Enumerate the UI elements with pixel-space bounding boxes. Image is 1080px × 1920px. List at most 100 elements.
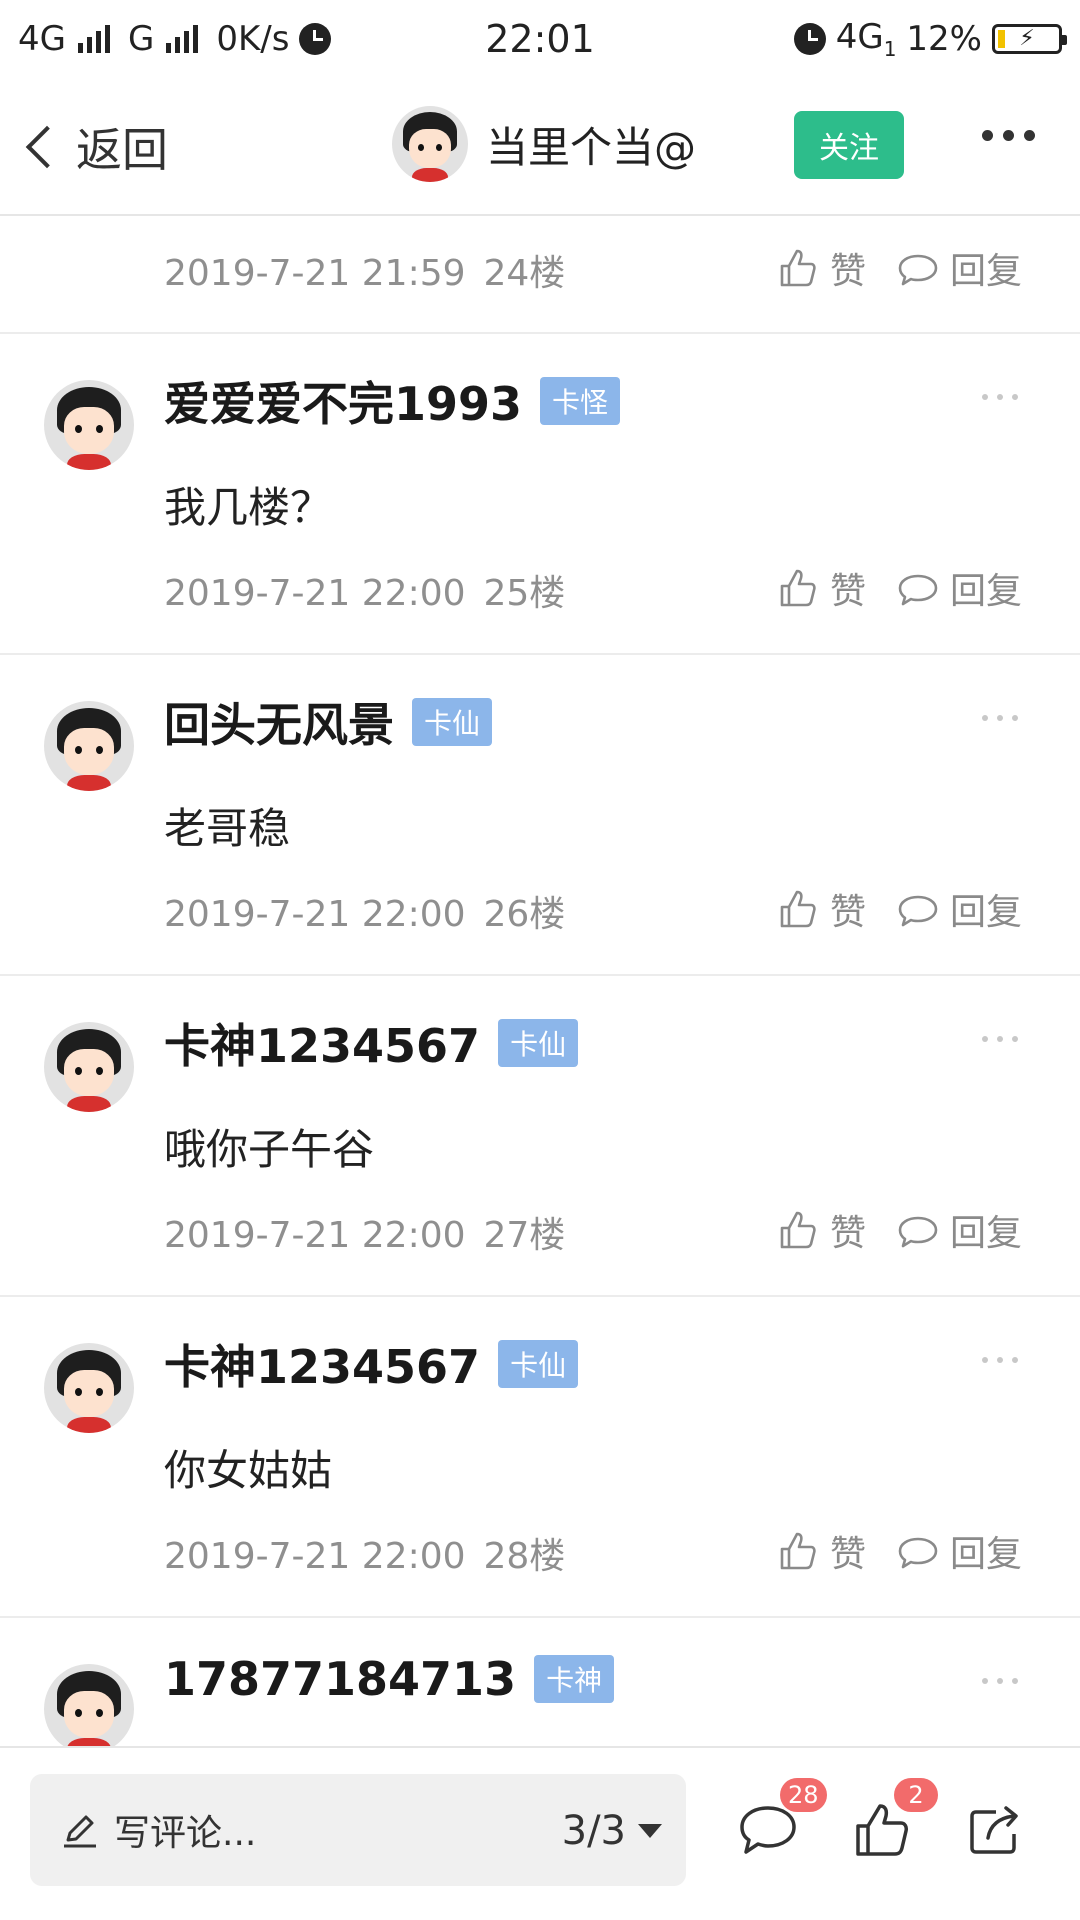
reply-button[interactable]: 回复	[896, 1204, 1022, 1256]
comment-meta: 2019-7-21 22:00 27楼	[164, 1206, 565, 1258]
comment-item: 爱爱爱不完1993 卡怪 我几楼？ 2019-7-21 22:00 25楼 赞 回…	[0, 334, 1080, 655]
network-type-2: G	[127, 19, 155, 59]
reply-button[interactable]: 回复	[896, 562, 1022, 614]
comment-date: 2019-7-21 22:00	[164, 1536, 466, 1577]
battery-percent: 12%	[906, 18, 982, 59]
comment-actions: 赞 回复	[776, 1525, 1022, 1577]
comment-item: 2019-7-21 21:59 24楼 赞 回复	[0, 216, 1080, 334]
like-button[interactable]: 赞	[776, 1204, 866, 1256]
commenter-name[interactable]: 回头无风景	[164, 689, 394, 755]
more-options-icon[interactable]	[982, 1357, 1018, 1363]
comment-bubble-icon	[898, 1537, 938, 1569]
like-post-button[interactable]: 2	[852, 1778, 938, 1862]
like-count-badge: 2	[894, 1778, 938, 1812]
page-indicator: 3/3	[561, 1808, 626, 1854]
commenter-name[interactable]: 17877184713	[164, 1652, 516, 1706]
comment-placeholder: 写评论...	[114, 1813, 257, 1854]
more-options-icon[interactable]	[982, 394, 1018, 400]
chevron-left-icon	[25, 125, 69, 169]
commenter-name[interactable]: 爱爱爱不完1993	[164, 368, 522, 434]
bottom-action-bar: 写评论... 3/3 28 2	[0, 1746, 1080, 1920]
comment-bubble-icon	[898, 895, 938, 927]
like-label: 赞	[830, 251, 867, 292]
alarm-icon	[793, 22, 826, 55]
more-options-icon[interactable]	[982, 130, 1035, 141]
post-detail-page: 4G G 0K/s 22:01 4G1 12% ⚡ 返回 当里个当@ 关注 20…	[0, 0, 1080, 1920]
comment-actions: 赞 回复	[776, 1204, 1022, 1256]
level-badge: 卡神	[534, 1655, 615, 1703]
write-comment-input[interactable]: 写评论... 3/3	[30, 1774, 686, 1886]
reply-button[interactable]: 回复	[896, 242, 1022, 294]
comment-meta: 2019-7-21 22:00 25楼	[164, 564, 565, 616]
share-icon	[970, 1806, 1018, 1854]
avatar[interactable]	[44, 1664, 134, 1746]
more-options-icon[interactable]	[982, 1036, 1018, 1042]
like-label: 赞	[830, 1213, 867, 1254]
level-badge: 卡仙	[412, 698, 493, 746]
comment-item: 卡神1234567 卡仙 你女姑姑 2019-7-21 22:00 28楼 赞 回…	[0, 1297, 1080, 1618]
comment-header: 17877184713 卡神	[164, 1652, 615, 1706]
like-label: 赞	[830, 571, 867, 612]
author-info[interactable]: 当里个当@	[392, 106, 696, 182]
avatar[interactable]	[44, 701, 134, 791]
comments-button[interactable]: 28	[738, 1778, 827, 1862]
follow-button[interactable]: 关注	[794, 111, 904, 179]
signal-icon	[166, 25, 199, 53]
thumbs-up-icon	[780, 1532, 816, 1570]
thumbs-up-icon	[780, 1211, 816, 1249]
comment-bubble-icon	[898, 574, 938, 606]
like-button[interactable]: 赞	[776, 1525, 866, 1577]
battery-icon: ⚡	[992, 23, 1067, 54]
status-right: 4G1 12% ⚡	[793, 17, 1067, 61]
comment-date: 2019-7-21 21:59	[164, 253, 466, 294]
reply-label: 回复	[950, 571, 1023, 612]
comment-header: 卡神1234567 卡仙	[164, 1010, 579, 1076]
status-bar: 4G G 0K/s 22:01 4G1 12% ⚡	[0, 0, 1080, 78]
avatar[interactable]	[44, 1022, 134, 1112]
share-button[interactable]	[966, 1802, 1026, 1862]
avatar[interactable]	[44, 380, 134, 470]
comment-header: 回头无风景 卡仙	[164, 689, 493, 755]
network-type-1: 4G	[18, 19, 66, 59]
avatar[interactable]	[44, 1343, 134, 1433]
comment-floor: 25楼	[483, 573, 566, 614]
top-nav-bar: 返回 当里个当@ 关注	[0, 78, 1080, 216]
reply-label: 回复	[950, 892, 1023, 933]
comment-meta: 2019-7-21 22:00 28楼	[164, 1527, 565, 1579]
commenter-name[interactable]: 卡神1234567	[164, 1010, 480, 1076]
like-button[interactable]: 赞	[776, 883, 866, 935]
level-badge: 卡仙	[498, 1019, 579, 1067]
back-label: 返回	[76, 123, 168, 177]
comment-floor: 26楼	[483, 894, 566, 935]
comment-actions: 赞 回复	[776, 242, 1022, 294]
comment-header: 卡神1234567 卡仙	[164, 1331, 579, 1397]
back-button[interactable]: 返回	[20, 114, 168, 180]
more-options-icon[interactable]	[982, 1678, 1018, 1684]
comment-bubble-icon	[898, 254, 938, 286]
reply-label: 回复	[950, 251, 1023, 292]
caret-down-icon	[638, 1824, 662, 1838]
reply-label: 回复	[950, 1534, 1023, 1575]
commenter-name[interactable]: 卡神1234567	[164, 1331, 480, 1397]
reply-button[interactable]: 回复	[896, 883, 1022, 935]
comment-floor: 28楼	[483, 1536, 566, 1577]
like-button[interactable]: 赞	[776, 242, 866, 294]
comment-item: 17877184713 卡神	[0, 1618, 1080, 1746]
like-label: 赞	[830, 1534, 867, 1575]
like-button[interactable]: 赞	[776, 562, 866, 614]
alarm-icon	[299, 23, 332, 55]
reply-button[interactable]: 回复	[896, 1525, 1022, 1577]
more-options-icon[interactable]	[982, 715, 1018, 721]
status-left: 4G G 0K/s	[18, 19, 332, 59]
comment-text: 你女姑姑	[164, 1446, 333, 1495]
comment-count-badge: 28	[780, 1778, 827, 1812]
comment-bubble-icon	[898, 1216, 938, 1248]
page-selector[interactable]: 3/3	[562, 1808, 662, 1854]
thumbs-up-icon	[780, 249, 816, 287]
signal-icon	[77, 25, 110, 53]
comment-list[interactable]: 2019-7-21 21:59 24楼 赞 回复 爱爱爱不完1993 卡怪 我几…	[0, 216, 1080, 1746]
comment-item: 卡神1234567 卡仙 哦你子午谷 2019-7-21 22:00 27楼 赞 …	[0, 976, 1080, 1297]
level-badge: 卡仙	[498, 1340, 579, 1388]
avatar[interactable]	[392, 106, 468, 182]
comment-meta: 2019-7-21 22:00 26楼	[164, 885, 565, 937]
